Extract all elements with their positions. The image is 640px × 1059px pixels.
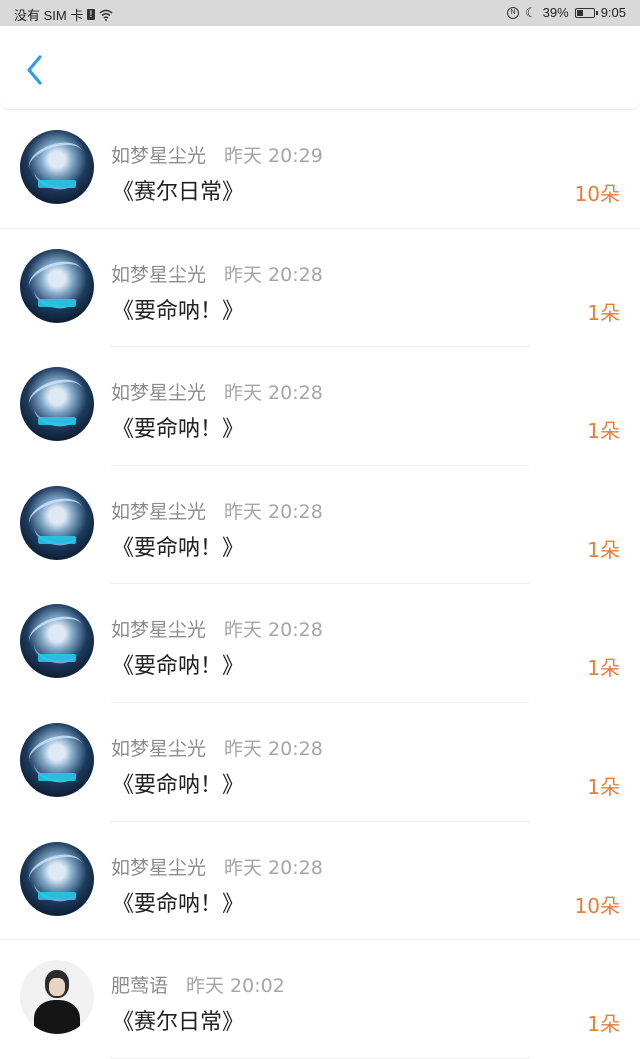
list-item[interactable]: 如梦星尘光 昨天 20:28 《要命呐！》 1朵 <box>0 703 640 822</box>
timestamp: 昨天 20:28 <box>224 500 323 523</box>
flower-count: 1朵 <box>587 1012 620 1037</box>
status-bar: 没有 SIM 卡 N ☾ 39% 9:05 <box>0 0 640 26</box>
sender-name-text: 如梦星尘光 <box>111 263 207 286</box>
carrier-text: 没有 SIM 卡 <box>14 8 84 23</box>
list-item[interactable]: 如梦星尘光 昨天 20:28 《要命呐！》 10朵 <box>0 822 640 941</box>
flower-count: 1朵 <box>587 774 620 799</box>
sender-name: 如梦星尘光 昨天 20:28 <box>111 378 323 405</box>
sender-name: 如梦星尘光 昨天 20:28 <box>111 734 323 761</box>
book-title: 《要命呐！》 <box>112 417 245 443</box>
sender-name-text: 如梦星尘光 <box>111 145 207 167</box>
sender-name: 如梦星尘光 昨天 20:28 <box>111 853 323 880</box>
sender-name: 如梦星尘光 昨天 20:28 <box>111 260 323 287</box>
list-item[interactable]: 如梦星尘光 昨天 20:28 《要命呐！》 1朵 <box>0 229 640 348</box>
sender-name-text: 如梦星尘光 <box>111 856 207 879</box>
avatar[interactable] <box>20 248 94 323</box>
battery-percent: 39% <box>542 5 569 20</box>
book-title: 《要命呐！》 <box>112 654 245 680</box>
flower-count: 1朵 <box>587 656 620 681</box>
chevron-left-icon <box>27 55 42 85</box>
avatar[interactable] <box>20 367 94 442</box>
nfc-icon: N <box>507 6 519 19</box>
timestamp: 昨天 20:28 <box>224 382 323 405</box>
book-title: 《要命呐！》 <box>112 298 245 324</box>
avatar[interactable] <box>20 604 94 679</box>
moon-icon: ☾ <box>525 5 537 20</box>
flower-count: 1朵 <box>587 419 620 444</box>
timestamp: 昨天 20:28 <box>224 619 323 642</box>
gift-record-list: 如梦星尘光 昨天 20:29 《赛尔日常》 10朵 如梦星尘光 昨天 20:28 《要命呐！… <box>0 110 640 1059</box>
sender-name-text: 如梦星尘光 <box>111 737 207 760</box>
battery-icon <box>574 7 598 18</box>
sender-name-text: 如梦星尘光 <box>111 382 207 405</box>
list-item[interactable]: 肥莺语 昨天 20:02 《赛尔日常》 1朵 <box>0 940 640 1059</box>
sender-name: 肥莺语 昨天 20:02 <box>111 971 285 998</box>
book-title: 《要命呐！》 <box>112 772 245 798</box>
flower-count: 1朵 <box>587 300 620 325</box>
list-item[interactable]: 如梦星尘光 昨天 20:28 《要命呐！》 1朵 <box>0 347 640 466</box>
avatar[interactable] <box>20 960 94 1035</box>
timestamp: 昨天 20:29 <box>224 145 323 167</box>
avatar[interactable] <box>20 722 94 797</box>
sender-name: 如梦星尘光 昨天 20:29 <box>111 141 323 168</box>
avatar[interactable] <box>20 841 94 916</box>
sender-name: 如梦星尘光 昨天 20:28 <box>111 497 323 524</box>
book-title: 《要命呐！》 <box>112 891 245 917</box>
timestamp: 昨天 20:28 <box>224 263 323 286</box>
flower-count: 1朵 <box>587 537 620 562</box>
timestamp: 昨天 20:28 <box>224 856 323 879</box>
sender-name-text: 如梦星尘光 <box>111 619 207 642</box>
book-title: 《赛尔日常》 <box>112 180 245 205</box>
avatar[interactable] <box>20 485 94 560</box>
book-title: 《赛尔日常》 <box>112 1010 245 1036</box>
sender-name-text: 肥莺语 <box>111 975 169 998</box>
wifi-icon <box>99 9 113 21</box>
list-item[interactable]: 如梦星尘光 昨天 20:29 《赛尔日常》 10朵 <box>0 110 640 229</box>
timestamp: 昨天 20:28 <box>224 737 323 760</box>
flower-count: 10朵 <box>574 182 620 206</box>
list-item[interactable]: 如梦星尘光 昨天 20:28 《要命呐！》 1朵 <box>0 466 640 585</box>
avatar[interactable] <box>20 130 94 204</box>
sender-name-text: 如梦星尘光 <box>111 500 207 523</box>
clock: 9:05 <box>600 5 626 20</box>
back-button[interactable] <box>18 52 50 88</box>
top-nav-bar <box>0 26 640 110</box>
list-item[interactable]: 如梦星尘光 昨天 20:28 《要命呐！》 1朵 <box>0 584 640 703</box>
sender-name: 如梦星尘光 昨天 20:28 <box>111 615 323 642</box>
timestamp: 昨天 20:02 <box>186 975 285 998</box>
sim-alert-icon <box>87 9 96 20</box>
book-title: 《要命呐！》 <box>112 535 245 561</box>
flower-count: 10朵 <box>574 893 620 918</box>
